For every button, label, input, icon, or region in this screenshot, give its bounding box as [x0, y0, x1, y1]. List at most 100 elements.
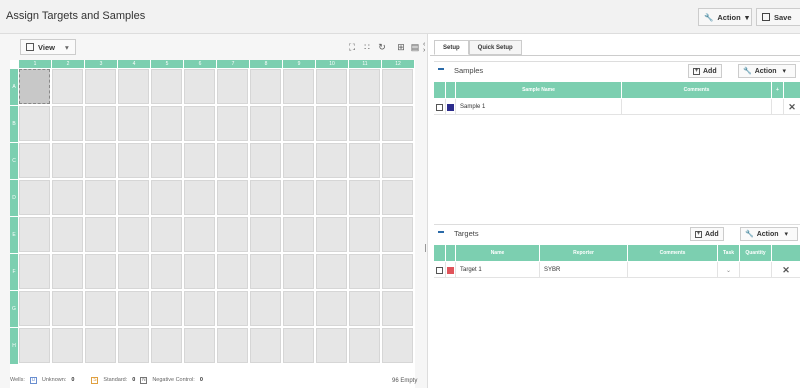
- collapse-icon[interactable]: ∷: [361, 41, 373, 53]
- plate-well[interactable]: [283, 291, 314, 326]
- plate-well[interactable]: [19, 180, 50, 215]
- plate-column-header[interactable]: 8: [250, 60, 282, 68]
- plate-well[interactable]: [250, 254, 281, 289]
- plate-well[interactable]: [184, 106, 215, 141]
- header-comments[interactable]: Comments: [628, 245, 718, 261]
- sample-color-swatch[interactable]: [447, 103, 454, 111]
- plate-well[interactable]: [19, 106, 50, 141]
- plate-well[interactable]: [382, 328, 413, 363]
- targets-action-button[interactable]: 🔧 Action ▾: [740, 227, 798, 241]
- save-button[interactable]: Save: [756, 8, 800, 26]
- plate-row-header[interactable]: E: [10, 217, 18, 253]
- plate-well[interactable]: [118, 143, 149, 178]
- plate-well[interactable]: [85, 328, 116, 363]
- row-checkbox[interactable]: [436, 266, 443, 274]
- plate-well[interactable]: [283, 69, 314, 104]
- plate-well[interactable]: [151, 291, 182, 326]
- plate-well[interactable]: [19, 217, 50, 252]
- add-sample-button[interactable]: + Add: [688, 64, 722, 78]
- plate-well[interactable]: [118, 328, 149, 363]
- plate-row-header[interactable]: H: [10, 328, 18, 364]
- refresh-icon[interactable]: ↻: [376, 41, 388, 53]
- grid-view-icon[interactable]: ⊞: [395, 41, 407, 53]
- tab-setup[interactable]: Setup: [434, 40, 469, 55]
- collapse-samples-icon[interactable]: [438, 68, 444, 70]
- plate-column-header[interactable]: 10: [316, 60, 348, 68]
- plate-well[interactable]: [118, 180, 149, 215]
- plate-well[interactable]: [250, 143, 281, 178]
- plate-well[interactable]: [217, 143, 248, 178]
- plate-well[interactable]: [382, 217, 413, 252]
- delete-target-icon[interactable]: ✕: [772, 262, 800, 278]
- plate-well[interactable]: [349, 180, 380, 215]
- plate-well[interactable]: [151, 106, 182, 141]
- plate-well[interactable]: [184, 254, 215, 289]
- plate-well[interactable]: [19, 254, 50, 289]
- header-add-column[interactable]: +: [772, 82, 784, 98]
- plate-well[interactable]: [118, 69, 149, 104]
- target-comments-cell[interactable]: [628, 262, 718, 278]
- plate-well[interactable]: [184, 180, 215, 215]
- plate-well[interactable]: [184, 69, 215, 104]
- plate-well[interactable]: [250, 69, 281, 104]
- plate-well[interactable]: [283, 180, 314, 215]
- plate-row-header[interactable]: D: [10, 180, 18, 216]
- view-button[interactable]: View ▾: [20, 39, 76, 55]
- plate-well[interactable]: [118, 291, 149, 326]
- sample-comments-cell[interactable]: [622, 99, 772, 115]
- plate-well[interactable]: [85, 106, 116, 141]
- plate-well[interactable]: [85, 143, 116, 178]
- plate-well[interactable]: [250, 106, 281, 141]
- plate-well[interactable]: [283, 143, 314, 178]
- plate-well[interactable]: [250, 180, 281, 215]
- plate-well[interactable]: [349, 143, 380, 178]
- plate-well[interactable]: [85, 180, 116, 215]
- plate-well[interactable]: [349, 328, 380, 363]
- plate-well[interactable]: [382, 143, 413, 178]
- plate-well[interactable]: [85, 254, 116, 289]
- target-reporter-cell[interactable]: SYBR: [540, 262, 628, 278]
- plate-well[interactable]: [316, 143, 347, 178]
- panel-splitter[interactable]: [425, 244, 427, 252]
- plate-row-header[interactable]: F: [10, 254, 18, 290]
- plate-well[interactable]: [349, 217, 380, 252]
- plate-column-header[interactable]: 7: [217, 60, 249, 68]
- plate-well[interactable]: [250, 328, 281, 363]
- plate-well[interactable]: [52, 180, 83, 215]
- header-quantity[interactable]: Quantity: [740, 245, 772, 261]
- plate-well[interactable]: [19, 328, 50, 363]
- plate-well[interactable]: [118, 217, 149, 252]
- tab-quick-setup[interactable]: Quick Setup: [468, 40, 522, 55]
- plate-well[interactable]: [382, 106, 413, 141]
- plate-column-header[interactable]: 12: [382, 60, 414, 68]
- plate-column-header[interactable]: 9: [283, 60, 315, 68]
- plate-well[interactable]: [52, 291, 83, 326]
- plate-well[interactable]: [151, 328, 182, 363]
- plate-column-header[interactable]: 3: [85, 60, 117, 68]
- add-target-button[interactable]: + Add: [690, 227, 724, 241]
- plate-well[interactable]: [85, 69, 116, 104]
- plate-well[interactable]: [217, 106, 248, 141]
- collapse-targets-icon[interactable]: [438, 231, 444, 233]
- plate-well[interactable]: [349, 254, 380, 289]
- panel-collapse-arrows-icon[interactable]: ‹ ›: [423, 41, 429, 54]
- plate-column-header[interactable]: 5: [151, 60, 183, 68]
- plate-well[interactable]: [283, 217, 314, 252]
- plate-well[interactable]: [316, 291, 347, 326]
- plate-well[interactable]: [316, 180, 347, 215]
- plate-well[interactable]: [85, 217, 116, 252]
- row-checkbox[interactable]: [436, 103, 443, 111]
- plate-well[interactable]: [250, 217, 281, 252]
- header-task[interactable]: Task: [718, 245, 740, 261]
- target-name-cell[interactable]: Target 1: [456, 262, 540, 278]
- plate-well[interactable]: [349, 291, 380, 326]
- plate-well[interactable]: [118, 254, 149, 289]
- plate-well[interactable]: [118, 106, 149, 141]
- table-row[interactable]: Sample 1 ✕: [434, 99, 800, 115]
- plate-well[interactable]: [283, 328, 314, 363]
- plate-well[interactable]: [151, 69, 182, 104]
- plate-well[interactable]: [52, 254, 83, 289]
- plate-well[interactable]: [19, 69, 50, 104]
- plate-well[interactable]: [217, 328, 248, 363]
- samples-action-button[interactable]: 🔧 Action ▾: [738, 64, 796, 78]
